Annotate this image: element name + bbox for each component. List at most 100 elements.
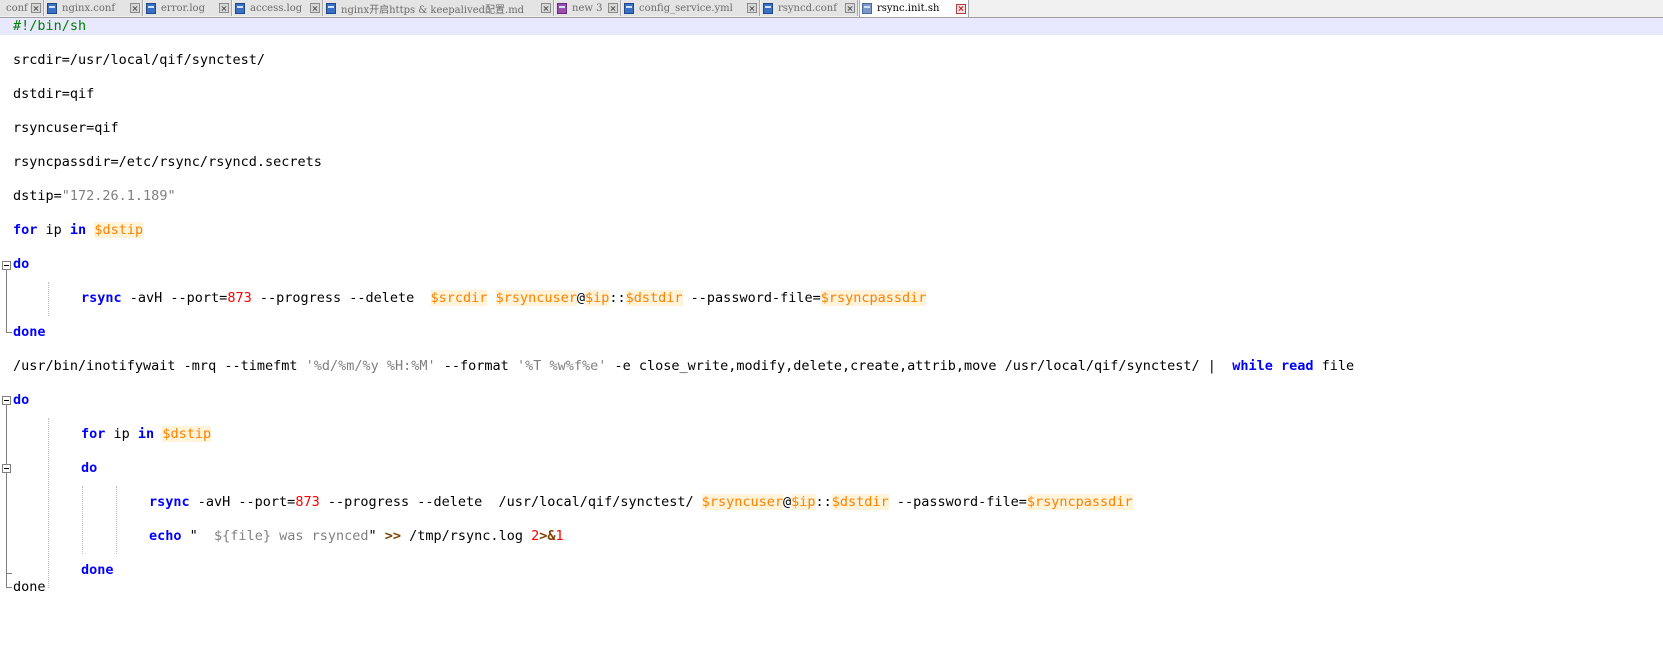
tab-label: rsync.init.sh — [877, 3, 940, 14]
keyword-token: done — [13, 324, 46, 340]
keyword-token: do — [81, 460, 98, 476]
token: /usr/local/qif/synctest/ — [498, 494, 702, 510]
file-icon — [146, 2, 156, 14]
variable-token: $rsyncpassdir — [820, 290, 927, 306]
code-line: dstdir=qif — [0, 86, 1663, 103]
operator-token: >& — [539, 528, 556, 544]
tab-close-icon[interactable] — [219, 3, 229, 13]
code-line: rsync -avH --port=873 --progress --delet… — [0, 290, 1663, 307]
token: --progress --delete — [319, 494, 499, 510]
code-line: dstip="172.26.1.189" — [0, 188, 1663, 205]
number-token: 1 — [555, 528, 564, 544]
variable-token: $rsyncuser — [495, 290, 577, 306]
code-line: done — [0, 579, 1663, 596]
token: -avH --port= — [189, 494, 296, 510]
token: @ — [576, 290, 585, 306]
code-line: #!/bin/sh — [0, 18, 1663, 35]
shebang: #!/bin/sh — [13, 18, 87, 34]
string-token: "172.26.1.189" — [61, 188, 176, 204]
keyword-token: for — [81, 426, 106, 442]
code-line: do — [0, 392, 1663, 409]
tab-nginx-https-md[interactable]: nginx开启https & keepalived配置.md — [324, 0, 554, 16]
token: " — [189, 528, 198, 544]
keyword-token: in — [137, 426, 155, 442]
tab-close-icon[interactable] — [608, 3, 618, 13]
tab-bar: conf nginx.conf error.log access.log ngi… — [0, 0, 1663, 18]
keyword-token: done — [81, 562, 114, 578]
tab-label: access.log — [250, 2, 303, 14]
file-icon — [326, 2, 336, 14]
token: :: — [609, 290, 626, 306]
code-line: done — [0, 562, 1663, 579]
token: --progress --delete — [251, 290, 431, 306]
command-token: rsync — [149, 494, 190, 510]
code-line: /usr/bin/inotifywait -mrq --timefmt '%d/… — [0, 358, 1663, 375]
number-token: 2 — [531, 528, 540, 544]
tab-nginx-conf[interactable]: nginx.conf — [45, 0, 143, 16]
token: file — [1313, 358, 1355, 374]
token: done — [13, 579, 46, 595]
tab-close-icon[interactable] — [31, 3, 41, 13]
tab-label: nginx开启https & keepalived配置.md — [341, 4, 525, 16]
file-icon — [235, 2, 245, 14]
token: -e close_write,modify,delete,create,attr… — [606, 358, 1225, 374]
tab-label: error.log — [161, 2, 205, 14]
keyword-token: in — [69, 222, 87, 238]
tab-close-icon[interactable] — [956, 3, 966, 14]
code-line: echo " ${file} was rsynced" >> /tmp/rsyn… — [0, 528, 1663, 545]
variable-token: $dstip — [162, 426, 212, 442]
string-token: '%d/%m/%y %H:%M' — [305, 358, 436, 374]
command-token: echo — [149, 528, 182, 544]
file-icon — [862, 3, 872, 14]
tab-close-icon[interactable] — [310, 3, 320, 13]
token: /tmp/rsync.log — [401, 528, 532, 544]
variable-token: $dstdir — [831, 494, 889, 510]
token: --password-file= — [682, 290, 821, 306]
tab-close-icon[interactable] — [541, 3, 551, 13]
token: ip — [105, 426, 138, 442]
keyword-token: while — [1232, 358, 1273, 374]
number-token: 873 — [295, 494, 320, 510]
assignment: dstdir=qif — [13, 86, 95, 102]
assignment: rsyncuser=qif — [13, 120, 119, 136]
tab-label: rsyncd.conf — [778, 2, 837, 14]
code-line: done — [0, 324, 1663, 341]
code-line: rsync -avH --port=873 --progress --delet… — [0, 494, 1663, 511]
file-icon — [624, 2, 634, 14]
code-line: for ip in $dstip — [0, 222, 1663, 239]
keyword-token: read — [1280, 358, 1314, 374]
tab-close-icon[interactable] — [747, 3, 757, 13]
number-token: 873 — [227, 290, 252, 306]
keyword-token: do — [13, 392, 30, 408]
keyword-token: do — [13, 256, 30, 272]
keyword-token: for — [13, 222, 38, 238]
tab-label: nginx.conf — [62, 2, 116, 14]
tab-close-icon[interactable] — [130, 3, 140, 13]
code-editor[interactable]: #!/bin/sh srcdir=/usr/local/qif/synctest… — [0, 18, 1663, 657]
variable-token: $srcdir — [430, 290, 488, 306]
tab-label: config_service.yml — [639, 2, 733, 14]
tab-label: conf — [6, 2, 28, 14]
variable-token: $dstip — [94, 222, 144, 238]
variable-token: $ip — [584, 290, 610, 306]
code-line: do — [0, 256, 1663, 273]
tab-rsyncd-conf[interactable]: rsyncd.conf — [761, 0, 858, 16]
tab-rsync-init-sh[interactable]: rsync.init.sh — [859, 0, 969, 17]
code-line: rsyncuser=qif — [0, 120, 1663, 137]
file-icon — [557, 2, 567, 14]
token: :: — [815, 494, 832, 510]
tab-new-3[interactable]: new 3 — [555, 0, 621, 16]
token: dstip= — [13, 188, 62, 204]
tab-close-icon[interactable] — [845, 3, 855, 13]
file-icon — [47, 2, 57, 14]
tab-conf[interactable]: conf — [0, 0, 44, 16]
tab-error-log[interactable]: error.log — [144, 0, 232, 16]
tab-config-service-yml[interactable]: config_service.yml — [622, 0, 760, 16]
token: @ — [783, 494, 792, 510]
token: ip — [37, 222, 70, 238]
tab-access-log[interactable]: access.log — [233, 0, 323, 16]
variable-token: $rsyncuser — [701, 494, 783, 510]
code-line: do — [0, 460, 1663, 477]
